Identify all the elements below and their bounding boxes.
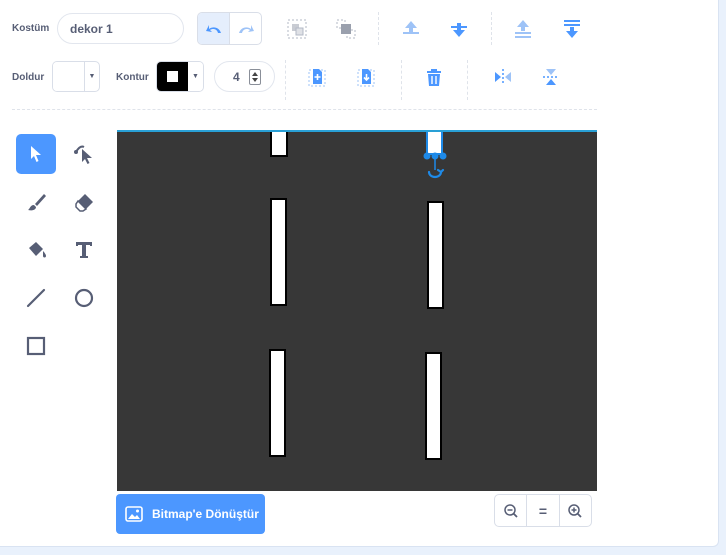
image-icon (125, 506, 143, 522)
costume-name-input[interactable] (57, 13, 184, 44)
rectangle-tool[interactable] (16, 326, 56, 366)
brush-icon (28, 194, 46, 211)
backward-button[interactable] (445, 15, 473, 43)
outline-label: Kontur (116, 72, 149, 83)
eraser-icon (75, 194, 93, 212)
trash-icon (427, 69, 441, 86)
separator (378, 12, 379, 45)
canvas-artwork (269, 132, 447, 460)
undo-button[interactable] (198, 13, 230, 44)
selection-handle (439, 152, 447, 160)
eraser-tool[interactable] (64, 182, 104, 222)
zoom-controls: = (494, 494, 592, 527)
outline-color-picker[interactable]: ▼ (156, 61, 204, 92)
chevron-down-icon: ▼ (88, 73, 96, 80)
lane-marking (427, 201, 444, 309)
drawing-canvas[interactable] (117, 130, 597, 491)
reshape-tool[interactable] (64, 134, 104, 174)
ungroup-icon (336, 19, 356, 39)
ungroup-button[interactable] (332, 15, 360, 43)
forward-button[interactable] (397, 15, 425, 43)
lane-marking-selected (426, 132, 443, 155)
redo-icon (238, 24, 254, 33)
chevron-down-icon: ▼ (188, 62, 203, 91)
zoom-reset-label: = (538, 502, 548, 519)
flip-vertical-button[interactable] (537, 63, 565, 91)
lane-marking (269, 349, 286, 457)
outline-width-input[interactable]: 4 (214, 61, 275, 92)
forward-icon (403, 21, 419, 34)
back-icon (564, 20, 580, 38)
paint-bucket-icon (29, 242, 46, 258)
rotate-icon (427, 168, 445, 179)
rectangle-icon (26, 336, 46, 356)
zoom-out-button[interactable] (495, 495, 526, 526)
reshape-icon (74, 145, 92, 164)
circle-icon (74, 288, 94, 308)
zoom-in-icon (568, 503, 582, 518)
stepper-icon[interactable] (249, 69, 261, 85)
front-icon (515, 20, 531, 38)
convert-to-bitmap-button[interactable]: Bitmap'e Dönüştür (116, 494, 265, 534)
lane-marking (270, 132, 288, 157)
zoom-reset-button[interactable]: = (526, 495, 558, 526)
flip-horizontal-button[interactable] (489, 63, 517, 91)
fill-tool[interactable] (16, 230, 56, 270)
paste-button[interactable] (352, 63, 380, 91)
select-tool[interactable] (16, 134, 56, 174)
paint-editor: Kostüm Doldur ▼ Kontur ▼ 4 (0, 0, 719, 547)
line-tool[interactable] (16, 278, 56, 318)
fill-swatch (53, 62, 85, 91)
outline-width-value: 4 (233, 70, 240, 84)
flip-horizontal-icon (495, 69, 511, 85)
toolbar-divider (12, 109, 597, 110)
front-button[interactable] (509, 15, 537, 43)
group-button[interactable] (283, 15, 311, 43)
text-tool[interactable] (64, 230, 104, 270)
brush-tool[interactable] (16, 182, 56, 222)
undo-redo-group (197, 12, 262, 45)
convert-label: Bitmap'e Dönüştür (152, 507, 259, 521)
back-button[interactable] (558, 15, 586, 43)
separator (467, 60, 468, 100)
separator (285, 60, 286, 100)
flip-vertical-icon (543, 69, 559, 85)
outline-swatch (157, 62, 188, 91)
zoom-out-icon (503, 503, 518, 518)
lane-marking (270, 198, 287, 306)
text-icon (76, 242, 92, 258)
group-icon (287, 19, 307, 39)
costume-label: Kostüm (12, 23, 50, 34)
selection-handle (423, 152, 431, 160)
redo-button[interactable] (230, 13, 261, 44)
arrow-cursor-icon (31, 146, 41, 162)
fill-color-picker[interactable]: ▼ (52, 61, 100, 92)
zoom-in-button[interactable] (558, 495, 591, 526)
copy-icon (308, 69, 326, 87)
circle-tool[interactable] (64, 278, 104, 318)
delete-button[interactable] (420, 63, 448, 91)
lane-marking (425, 352, 442, 460)
copy-button[interactable] (303, 63, 331, 91)
undo-icon (205, 24, 221, 33)
paste-icon (357, 69, 375, 87)
separator (401, 60, 402, 100)
fill-label: Doldur (12, 72, 45, 83)
separator (491, 12, 492, 45)
line-icon (26, 288, 46, 308)
backward-icon (451, 23, 467, 37)
